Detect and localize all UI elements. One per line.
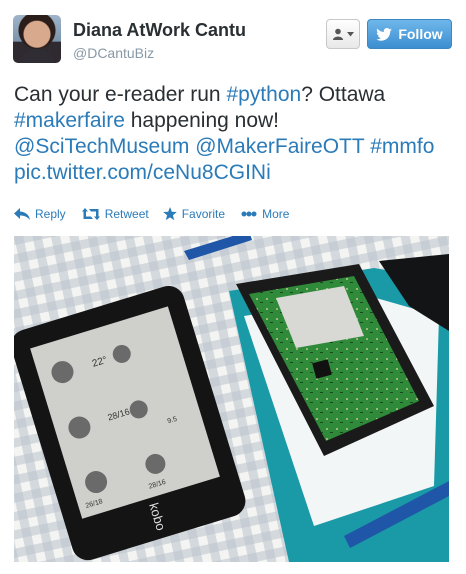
tweet-text-part: Can your e-reader run: [14, 83, 227, 106]
tweet-text-part: happening now!: [124, 109, 280, 132]
tweet-photo[interactable]: kobo 22° 28/16 26/18 28/16 9.5: [14, 236, 449, 562]
tweet-text: Can your e-reader run #python? Ottawa #m…: [14, 82, 454, 186]
mention-scitechmuseum-link[interactable]: @SciTechMuseum: [14, 135, 189, 158]
favorite-label: Favorite: [181, 207, 226, 221]
hashtag-python-link[interactable]: #python: [226, 83, 301, 106]
favorite-star-icon: [162, 207, 177, 221]
retweet-icon: [81, 208, 100, 220]
author-name[interactable]: Diana AtWork Cantu: [73, 20, 246, 41]
reply-label: Reply: [35, 207, 66, 221]
follow-button-label: Follow: [398, 26, 443, 42]
retweet-label: Retweet: [104, 207, 149, 221]
favorite-action[interactable]: Favorite: [162, 207, 226, 221]
photo-illustration: kobo 22° 28/16 26/18 28/16 9.5: [14, 236, 449, 562]
more-dots-icon: [241, 211, 257, 217]
user-dropdown-icon: [333, 28, 343, 40]
reply-action[interactable]: Reply: [14, 207, 66, 221]
more-label: More: [262, 207, 290, 221]
more-action[interactable]: More: [241, 207, 289, 221]
author-avatar[interactable]: [13, 15, 61, 63]
mention-makerfaireott-link[interactable]: @MakerFaireOTT: [195, 135, 364, 158]
avatar-shoulders: [19, 49, 55, 63]
retweet-action[interactable]: Retweet: [81, 207, 149, 221]
chevron-down-icon: [347, 31, 354, 36]
reply-icon: [14, 208, 30, 220]
hashtag-makerfaire-link[interactable]: #makerfaire: [14, 109, 125, 132]
hashtag-mmfo-link[interactable]: #mmfo: [370, 135, 434, 158]
user-actions-dropdown[interactable]: [326, 19, 360, 49]
tweet-actions: Reply Retweet Favorite More: [14, 205, 305, 223]
twitter-bird-icon: [376, 27, 393, 41]
pic-twitter-link[interactable]: pic.twitter.com/ceNu8CGINi: [14, 161, 271, 184]
follow-button[interactable]: Follow: [367, 19, 452, 49]
tweet-text-part: ? Ottawa: [301, 83, 386, 106]
author-handle[interactable]: @DCantuBiz: [73, 45, 154, 61]
